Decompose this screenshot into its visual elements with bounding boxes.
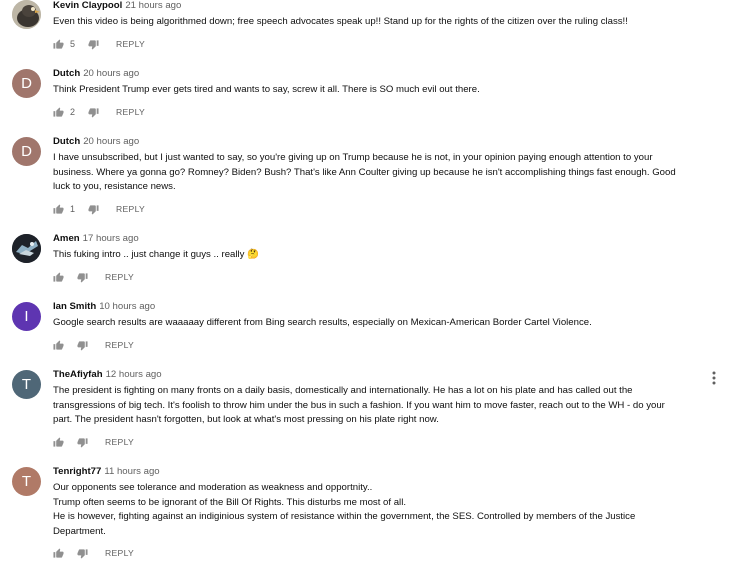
reply-button[interactable]: REPLY — [116, 39, 145, 50]
comment-text: Think President Trump ever gets tired an… — [53, 83, 713, 98]
avatar-letter: I — [24, 308, 29, 325]
comment-header: Dutch 20 hours ago — [53, 68, 139, 79]
comment-text: Our opponents see tolerance and moderati… — [53, 481, 713, 539]
comment-timestamp[interactable]: 10 hours ago — [99, 301, 155, 312]
avatar[interactable]: T — [12, 467, 41, 496]
thumbs-up-icon[interactable] — [53, 272, 64, 283]
comment-timestamp[interactable]: 12 hours ago — [106, 369, 162, 380]
thumbs-up-icon[interactable] — [53, 204, 64, 215]
comment-header: Amen 17 hours ago — [53, 233, 139, 244]
avatar-letter: D — [21, 75, 32, 92]
reply-button[interactable]: REPLY — [116, 204, 145, 215]
thumbs-up-icon[interactable] — [53, 437, 64, 448]
comment-header: Dutch 20 hours ago — [53, 136, 139, 147]
thumbs-down-icon[interactable] — [88, 204, 99, 215]
avatar[interactable] — [12, 0, 41, 29]
comment-text: I have unsubscribed, but I just wanted t… — [53, 151, 713, 195]
comment-text-line: I have unsubscribed, but I just wanted t… — [53, 152, 653, 163]
comment-text: Even this video is being algorithmed dow… — [53, 15, 713, 30]
like-count: 1 — [70, 204, 76, 214]
comment-text: This fuking intro .. just change it guys… — [53, 248, 713, 263]
thumbs-down-icon[interactable] — [77, 340, 88, 351]
comment-timestamp[interactable]: 17 hours ago — [83, 233, 139, 244]
reply-button[interactable]: REPLY — [116, 107, 145, 118]
comment-text-line: luck to you, resistance news. — [53, 181, 176, 193]
comment-header: Kevin Claypool 21 hours ago — [53, 0, 181, 11]
comment-text: The president is fighting on many fronts… — [53, 384, 713, 428]
comment-author[interactable]: Amen — [53, 233, 80, 244]
comment-text-line: Even this video is being algorithmed dow… — [53, 16, 628, 27]
reply-button[interactable]: REPLY — [105, 437, 134, 448]
comment-author[interactable]: Dutch — [53, 136, 80, 147]
comment-header: TheAfiyfah 12 hours ago — [53, 369, 162, 380]
comment-timestamp[interactable]: 20 hours ago — [83, 68, 139, 79]
comment-text-line: Think President Trump ever gets tired an… — [53, 84, 480, 95]
thumbs-down-icon[interactable] — [77, 437, 88, 448]
thumbs-up-icon[interactable] — [53, 548, 64, 559]
comment-text-line: Department. — [53, 525, 106, 537]
like-count: 5 — [70, 39, 76, 49]
avatar[interactable] — [12, 234, 41, 263]
comment-header: Ian Smith 10 hours ago — [53, 301, 155, 312]
thumbs-down-icon[interactable] — [88, 107, 99, 118]
reply-button[interactable]: REPLY — [105, 272, 134, 283]
comment-author[interactable]: TheAfiyfah — [53, 369, 103, 380]
reply-button[interactable]: REPLY — [105, 548, 134, 559]
comment-header: Tenright77 11 hours ago — [53, 466, 160, 477]
comment-text-line: This fuking intro .. just change it guys… — [53, 249, 260, 260]
comments-section: Kevin Claypool 21 hours ago Even this vid… — [0, 0, 735, 570]
avatar-letter: T — [21, 376, 32, 393]
comment-text-line: The president is fighting on many fronts… — [53, 385, 633, 396]
thumbs-down-icon[interactable] — [77, 272, 88, 283]
comment-author[interactable]: Dutch — [53, 68, 80, 79]
thumbs-up-icon[interactable] — [53, 39, 64, 50]
comment-text-line: He is however, fighting against an indig… — [53, 511, 636, 523]
comment-text-line: part. The president hasn't forgotten, bu… — [53, 414, 439, 426]
thumbs-up-icon[interactable] — [53, 107, 64, 118]
avatar-letter: T — [21, 473, 32, 490]
avatar-letter: D — [21, 143, 32, 160]
reply-button[interactable]: REPLY — [105, 340, 134, 351]
avatar[interactable]: D — [12, 137, 41, 166]
comment-text-line: Google search results are waaaaay differ… — [53, 317, 592, 328]
thumbs-down-icon[interactable] — [88, 39, 99, 50]
comment-timestamp[interactable]: 11 hours ago — [104, 466, 159, 477]
comment-text-line: Our opponents see tolerance and moderati… — [53, 482, 373, 493]
comment-author[interactable]: Kevin Claypool — [53, 0, 122, 11]
comment-author[interactable]: Ian Smith — [53, 301, 96, 312]
comment-text-line: Trump often seems to be ignorant of the … — [53, 496, 406, 508]
comment-timestamp[interactable]: 20 hours ago — [83, 136, 139, 147]
avatar[interactable]: T — [12, 370, 41, 399]
comment-timestamp[interactable]: 21 hours ago — [125, 0, 181, 11]
avatar[interactable]: I — [12, 302, 41, 331]
comment-author[interactable]: Tenright77 — [53, 466, 101, 477]
comment-text-line: business. Where ya gonna go? Romney? Bid… — [53, 166, 676, 178]
thumbs-up-icon[interactable] — [53, 340, 64, 351]
comment-text: Google search results are waaaaay differ… — [53, 316, 713, 331]
like-count: 2 — [70, 107, 76, 117]
comment-text-line: transgressions of big tech. It's foolish… — [53, 399, 665, 411]
thumbs-down-icon[interactable] — [77, 548, 88, 559]
avatar[interactable]: D — [12, 69, 41, 98]
